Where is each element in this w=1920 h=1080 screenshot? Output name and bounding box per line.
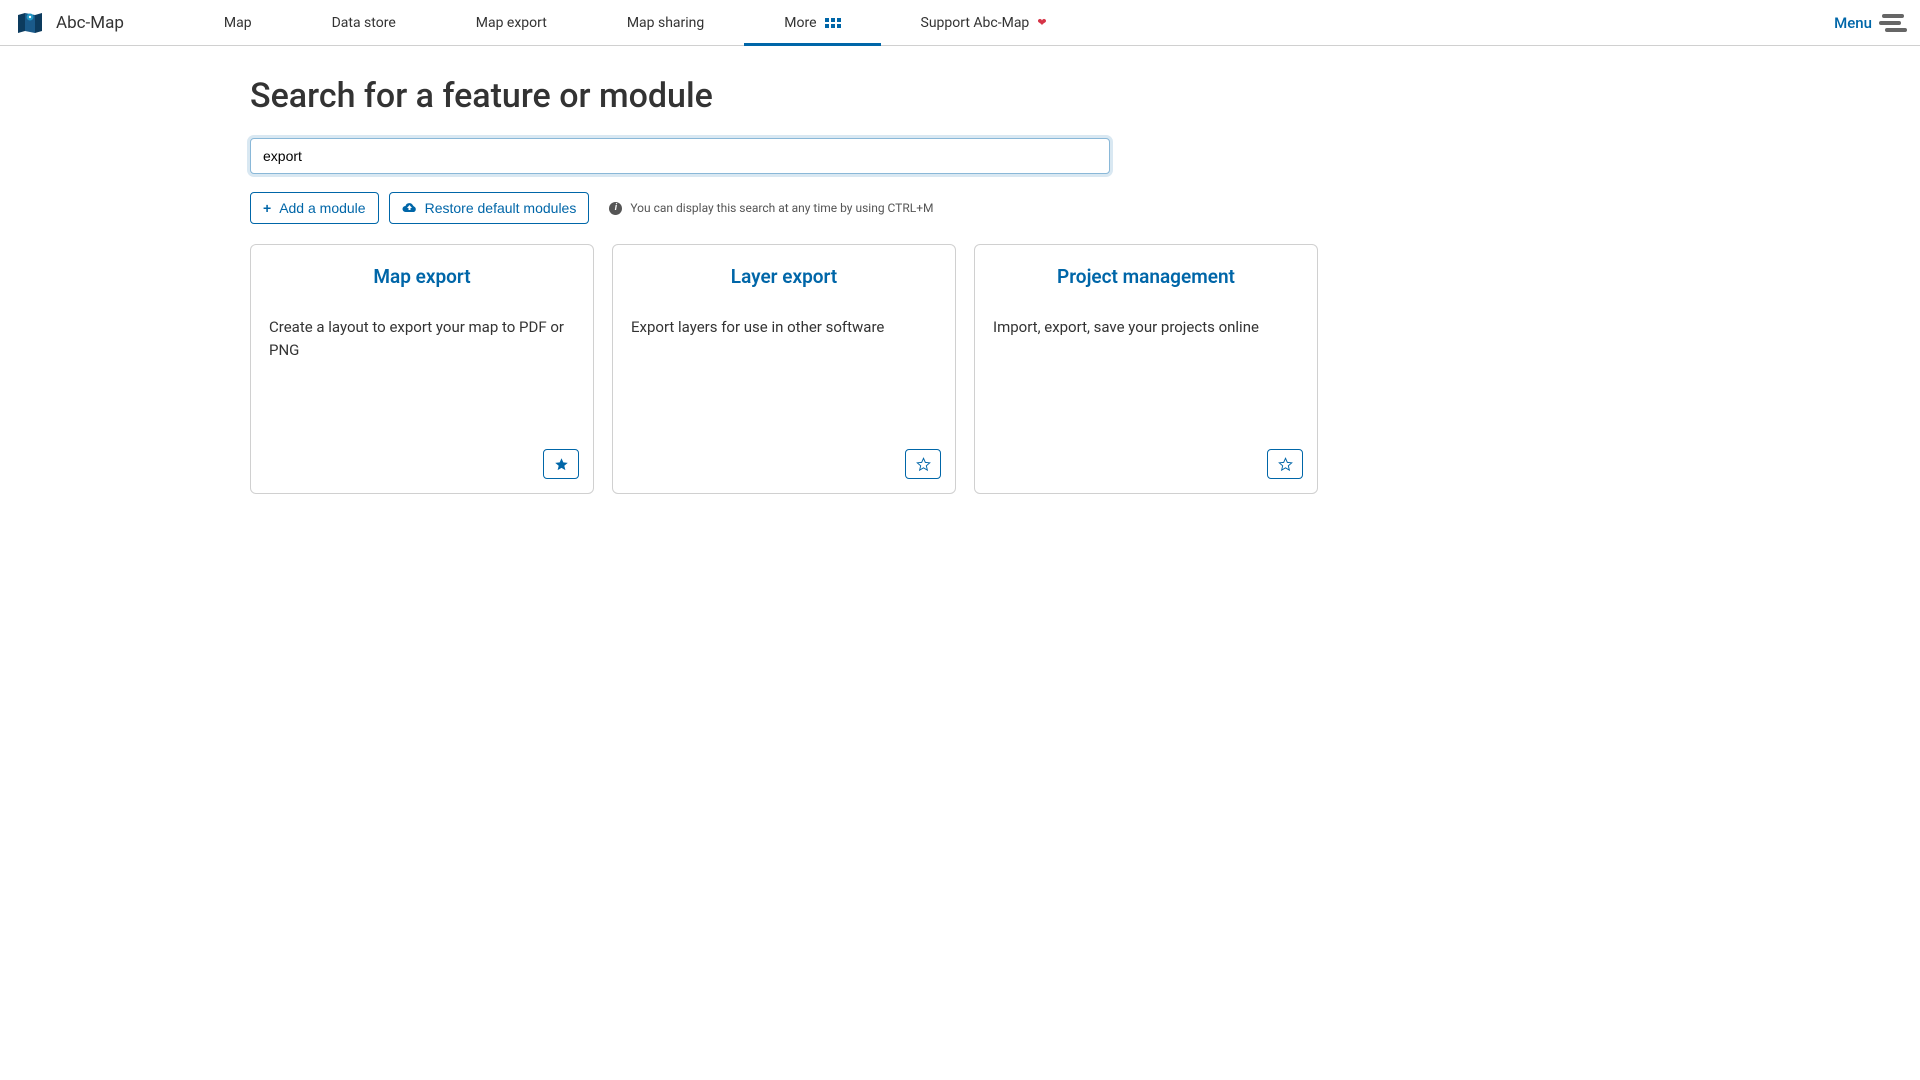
nav-map-sharing-label: Map sharing xyxy=(627,15,704,31)
menu-button[interactable]: Menu xyxy=(1834,14,1904,32)
top-navigation: Abc-Map Map Data store Map export Map sh… xyxy=(0,0,1920,46)
nav-support[interactable]: Support Abc-Map ❤ xyxy=(881,0,1087,46)
heart-icon: ❤ xyxy=(1037,16,1046,29)
card-description: Create a layout to export your map to PD… xyxy=(269,316,575,361)
result-card[interactable]: Layer export Export layers for use in ot… xyxy=(612,244,956,494)
nav-map[interactable]: Map xyxy=(184,0,292,46)
results-grid: Map export Create a layout to export you… xyxy=(250,244,1670,494)
nav-map-sharing[interactable]: Map sharing xyxy=(587,0,744,46)
hint-label: You can display this search at any time … xyxy=(630,201,933,215)
info-icon: i xyxy=(609,202,622,215)
card-title: Project management xyxy=(993,265,1299,288)
logo-section[interactable]: Abc-Map xyxy=(16,11,124,35)
star-filled-icon xyxy=(554,457,569,472)
hint-text: i You can display this search at any tim… xyxy=(609,201,933,215)
favorite-button[interactable] xyxy=(543,449,579,479)
star-outline-icon xyxy=(916,457,931,472)
favorite-button[interactable] xyxy=(1267,449,1303,479)
action-row: + Add a module Restore default modules i… xyxy=(250,192,1670,224)
cloud-upload-icon xyxy=(402,200,417,216)
map-logo-icon xyxy=(16,11,44,35)
result-card[interactable]: Project management Import, export, save … xyxy=(974,244,1318,494)
nav-items: Map Data store Map export Map sharing Mo… xyxy=(184,0,1834,46)
search-input[interactable] xyxy=(250,138,1110,174)
card-title: Layer export xyxy=(631,265,937,288)
nav-data-store-label: Data store xyxy=(332,15,396,31)
add-module-label: Add a module xyxy=(279,200,365,216)
nav-support-label: Support Abc-Map xyxy=(921,15,1030,31)
grid-icon xyxy=(825,18,841,28)
nav-map-export-label: Map export xyxy=(476,15,547,31)
nav-map-export[interactable]: Map export xyxy=(436,0,587,46)
restore-label: Restore default modules xyxy=(425,200,577,216)
result-card[interactable]: Map export Create a layout to export you… xyxy=(250,244,594,494)
menu-label: Menu xyxy=(1834,14,1872,32)
main-content: Search for a feature or module + Add a m… xyxy=(0,46,1920,524)
nav-more-label: More xyxy=(784,15,816,31)
burger-icon xyxy=(1882,14,1904,32)
nav-more[interactable]: More xyxy=(744,0,880,46)
restore-modules-button[interactable]: Restore default modules xyxy=(389,192,590,224)
star-outline-icon xyxy=(1278,457,1293,472)
favorite-button[interactable] xyxy=(905,449,941,479)
app-name: Abc-Map xyxy=(56,13,124,33)
card-description: Export layers for use in other software xyxy=(631,316,937,339)
nav-map-label: Map xyxy=(224,15,252,31)
card-title: Map export xyxy=(269,265,575,288)
card-description: Import, export, save your projects onlin… xyxy=(993,316,1299,339)
plus-icon: + xyxy=(263,200,271,216)
nav-data-store[interactable]: Data store xyxy=(292,0,436,46)
page-title: Search for a feature or module xyxy=(250,76,1670,116)
add-module-button[interactable]: + Add a module xyxy=(250,192,379,224)
